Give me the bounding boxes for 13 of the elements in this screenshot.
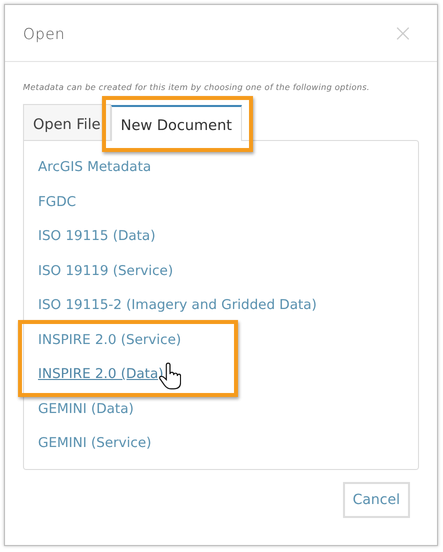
tab[interactable]: New Document bbox=[110, 105, 242, 141]
metadata-option-link[interactable]: GEMINI (Service) bbox=[38, 426, 152, 460]
metadata-option-link[interactable]: ISO 19119 (Service) bbox=[38, 254, 174, 288]
metadata-option-link[interactable]: FGDC bbox=[38, 184, 76, 219]
metadata-option-link[interactable]: INSPIRE 2.0 (Service) bbox=[38, 322, 182, 357]
description-text: Metadata can be created for this item by choosing one of the following options. bbox=[23, 82, 371, 92]
dialog-title: Open bbox=[23, 25, 66, 43]
metadata-option-link[interactable]: ArcGIS Metadata bbox=[38, 150, 152, 184]
tab[interactable]: Open File bbox=[23, 104, 111, 140]
metadata-option-link[interactable]: GEMINI (Data) bbox=[38, 392, 134, 426]
metadata-option-link[interactable]: ISO 19115-2 (Imagery and Gridded Data) bbox=[38, 288, 317, 322]
cancel-button[interactable]: Cancel bbox=[342, 482, 410, 518]
metadata-option-link[interactable]: ISO 19115 (Data) bbox=[38, 219, 156, 254]
